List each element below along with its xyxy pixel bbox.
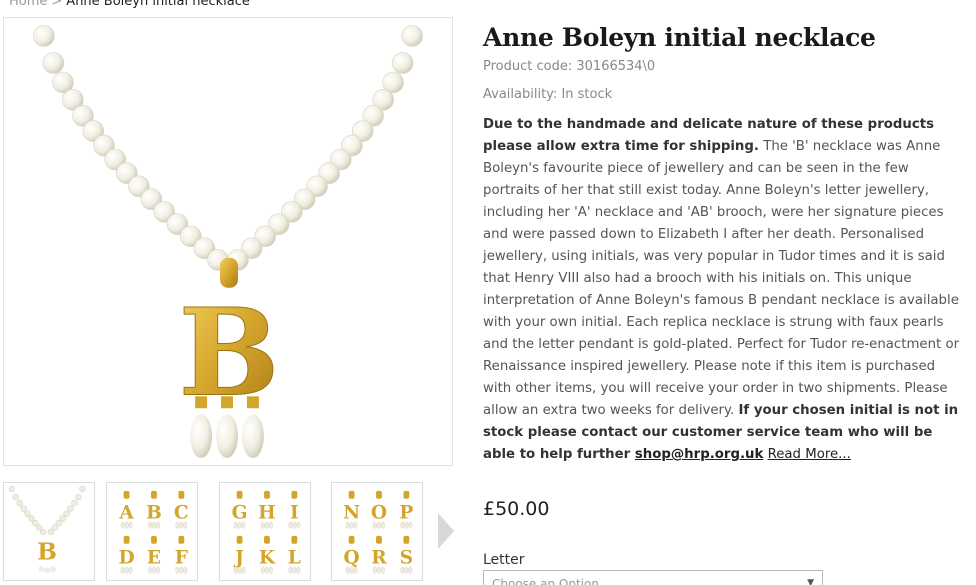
thumbnail-letter: H (258, 502, 276, 523)
availability-label: Availability: (483, 87, 558, 102)
product-description: Due to the handmade and delicate nature … (483, 114, 967, 466)
thumbnail-4[interactable]: NOP QRS (331, 482, 423, 581)
thumbnail-letter: Q (343, 547, 359, 568)
pearl-strand (33, 25, 423, 271)
thumbnail-letter: O (371, 502, 387, 523)
thumbnail-letter: L (288, 547, 301, 568)
thumbnail-2[interactable]: ABC DEF (106, 482, 198, 581)
availability-value: In stock (561, 87, 613, 102)
necklace-illustration: B (33, 25, 423, 459)
thumbnail-letter: I (290, 502, 299, 523)
letter-option-label: Letter (483, 552, 525, 568)
description-body: The 'B' necklace was Anne Boleyn's favou… (483, 139, 960, 418)
thumbnail-letter: P (399, 502, 413, 523)
email-link[interactable]: shop@hrp.org.uk (635, 447, 764, 462)
thumbnail-carousel: B ABCDEF GHIJKL NOPQRS (0, 481, 460, 585)
thumbnail-letter: E (147, 547, 161, 568)
thumbnail-letter: G (232, 502, 248, 523)
thumbnail-letter: S (400, 547, 413, 568)
product-title: Anne Boleyn initial necklace (483, 23, 876, 52)
thumbnail-letter: K (259, 547, 276, 568)
product-code: Product code: 30166534\0 (483, 59, 655, 74)
breadcrumb-separator: > (51, 0, 63, 9)
thumbnail-letter: C (174, 502, 189, 523)
letter-select-placeholder: Choose an Option... (492, 577, 611, 585)
letter-select[interactable]: Choose an Option... ▼ (483, 570, 823, 585)
product-code-value: 30166534\0 (576, 59, 656, 74)
thumbnail-letter: F (175, 547, 188, 568)
thumbnail-letter: A (118, 502, 134, 523)
thumbnail-letter: J (233, 547, 244, 568)
read-more-link[interactable]: Read More... (768, 447, 851, 462)
product-price: £50.00 (483, 498, 550, 520)
thumbnail-1[interactable]: B (3, 482, 95, 581)
thumbnail-letter: D (119, 547, 135, 568)
thumbnail-3[interactable]: GHI JKL (219, 482, 311, 581)
thumbnail-letter: R (371, 547, 387, 568)
thumbnail-letter: B (146, 502, 162, 523)
thumbnail-letter: N (343, 502, 360, 523)
pendant-drops (190, 396, 264, 459)
availability: Availability: In stock (483, 87, 612, 102)
chevron-down-icon: ▼ (807, 578, 814, 585)
breadcrumb: Home > Anne Boleyn initial necklace (9, 0, 250, 9)
carousel-next-arrow[interactable] (434, 511, 456, 551)
product-code-label: Product code: (483, 59, 573, 74)
main-product-image[interactable]: B (3, 17, 453, 466)
breadcrumb-current: Anne Boleyn initial necklace (66, 0, 250, 9)
breadcrumb-home-link[interactable]: Home (9, 0, 47, 9)
thumbnail-letter: B (37, 537, 57, 565)
